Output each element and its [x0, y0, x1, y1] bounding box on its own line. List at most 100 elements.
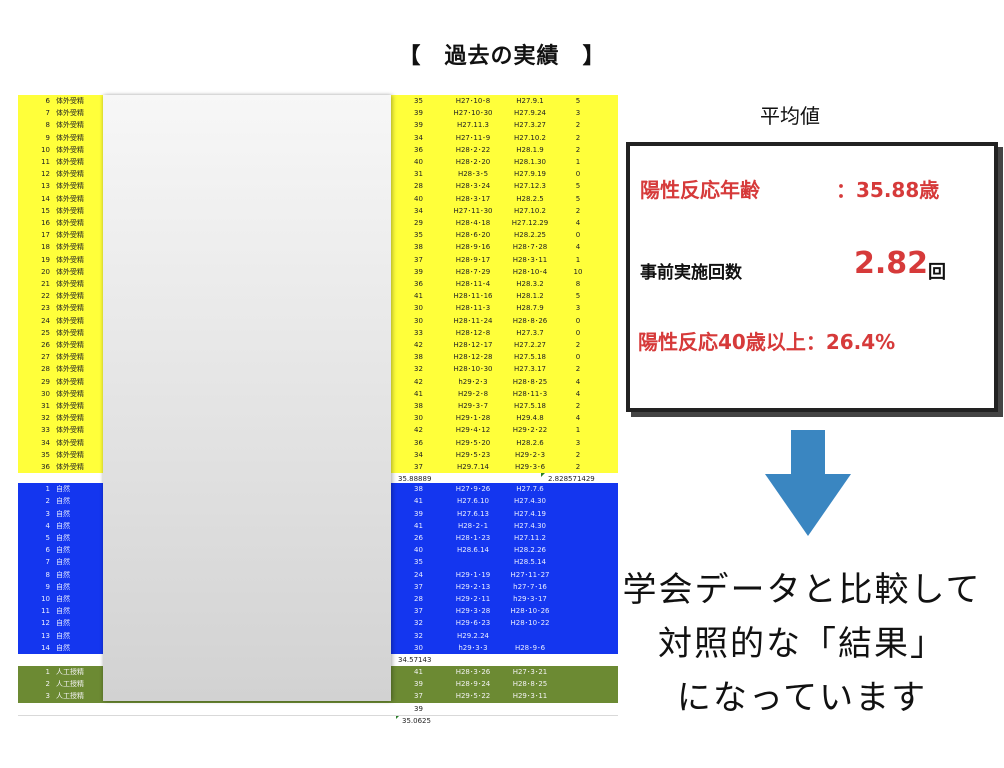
age-cell: 38: [414, 402, 423, 410]
count-cell: [563, 581, 593, 593]
count-cell: 2: [575, 133, 581, 142]
count-cell: 2: [575, 145, 581, 154]
date-start-cell: H28.2.25: [514, 231, 546, 240]
age-cell: 40: [414, 158, 423, 166]
date-start-cell: H27.3.27: [514, 121, 546, 130]
age-cell: 36: [414, 145, 423, 154]
count-cell: 1: [575, 426, 581, 435]
row-number: 11: [41, 607, 50, 616]
average-box: 陽性反応年齢 ：35.88歳 事前実施回数 2.82 回 陽性反応40歳以上：2…: [626, 142, 998, 412]
row-number: 3: [45, 509, 50, 518]
row-number: 4: [45, 521, 50, 530]
count-cell: 2: [575, 121, 581, 130]
row-number: 13: [41, 182, 50, 191]
count-cell: 0: [575, 328, 581, 337]
date-positive-cell: H28･7･29: [455, 267, 491, 276]
age-cell: 40: [414, 194, 423, 203]
date-start-cell: H28.2.5: [516, 194, 544, 203]
row-number: 22: [41, 292, 50, 301]
row-number: 6: [45, 546, 50, 555]
count-cell: 2: [575, 402, 581, 410]
row-number: 5: [45, 534, 50, 542]
count-cell: 8: [575, 280, 581, 288]
date-start-cell: H27.3.17: [514, 365, 546, 374]
age-cell: 42: [414, 377, 423, 386]
count-cell: [563, 617, 593, 629]
count-cell: 5: [575, 292, 581, 301]
date-positive-cell: H28･2･1: [457, 521, 489, 530]
count-cell: 2: [575, 206, 581, 215]
count-cell: [563, 483, 593, 495]
date-start-cell: H27.10.2: [514, 133, 546, 142]
row-number: 9: [45, 582, 50, 591]
date-start-cell: H28.3.2: [516, 280, 544, 288]
row-number: 2: [45, 680, 50, 689]
date-start-cell: H27･11･27: [510, 570, 550, 579]
date-start-cell: H28･9･6: [514, 643, 546, 652]
date-start-cell: H28.7.9: [516, 304, 544, 313]
count-cell: 2: [575, 365, 581, 374]
age-cell: 38: [414, 353, 423, 362]
date-start-cell: H27.9.19: [514, 170, 546, 179]
count-cell: 4: [575, 377, 581, 386]
count-cell: 0: [575, 316, 581, 325]
date-positive-cell: H28･2･22: [455, 145, 491, 154]
row-number: 12: [41, 619, 50, 628]
date-start-cell: H28.1.30: [514, 158, 546, 166]
date-start-cell: H29.4.8: [516, 414, 544, 423]
date-start-cell: H29･2･22: [512, 426, 548, 435]
date-positive-cell: H29･5･23: [455, 450, 491, 459]
row-number: 11: [41, 158, 50, 166]
age-cell: 34: [414, 450, 423, 459]
date-positive-cell: H29･5･22: [455, 692, 491, 701]
count-cell: 2: [575, 341, 581, 349]
date-positive-cell: H27･10･30: [453, 109, 493, 118]
date-positive-cell: H27.6.10: [457, 497, 489, 506]
age-cell: 35: [414, 97, 423, 105]
date-start-cell: H27.9.24: [514, 109, 546, 118]
row-number: 31: [41, 402, 50, 410]
message-line-2: 対照的な「結果」: [658, 624, 946, 664]
row-number: 13: [41, 631, 50, 640]
age-cell: 37: [414, 255, 423, 264]
date-positive-cell: h29･3･3: [458, 643, 488, 652]
date-positive-cell: H28･9･17: [455, 255, 491, 264]
date-start-cell: H28･7･28: [512, 243, 548, 252]
age-cell: 36: [414, 438, 423, 447]
date-positive-cell: H29･1･19: [455, 570, 491, 579]
date-start-cell: H27.5.18: [514, 353, 546, 362]
prior-count-label: 事前実施回数: [640, 263, 742, 283]
date-positive-cell: H28･11･16: [453, 292, 493, 301]
date-positive-cell: H28･11･3: [455, 304, 491, 313]
spreadsheet: 6 体外受精 35 H27･10･8 H27.9.1 5 7 体外受精 39 H27･10･30 H…: [18, 95, 618, 735]
age-cell: 33: [414, 328, 423, 337]
date-positive-cell: H28･10･30: [453, 365, 493, 374]
count-cell: 3: [575, 304, 581, 313]
date-positive-cell: H28･3･24: [455, 182, 491, 191]
age-cell: 41: [414, 521, 423, 530]
age-cell: 32: [414, 365, 423, 374]
row-number: 28: [41, 365, 50, 374]
date-start-cell: H28.1.9: [516, 145, 544, 154]
date-positive-cell: H29･5･20: [455, 438, 491, 447]
date-positive-cell: H29･2･8: [457, 389, 489, 398]
row-number: 8: [45, 121, 50, 130]
row-number: 24: [41, 316, 50, 325]
row-number: 10: [41, 595, 50, 603]
row-number: 33: [41, 426, 50, 435]
age-cell: 39: [414, 704, 423, 713]
average-heading: 平均値: [760, 104, 820, 128]
date-start-cell: H28.2.26: [514, 546, 546, 555]
date-start-cell: H27.12.3: [514, 182, 546, 191]
count-cell: [563, 495, 593, 507]
date-positive-cell: H29･4･12: [455, 426, 491, 435]
date-positive-cell: h29･2･3: [458, 377, 488, 386]
age-cell: 30: [414, 304, 423, 313]
row-number: 21: [41, 280, 50, 288]
count-cell: [563, 556, 593, 568]
date-start-cell: H27.3.7: [516, 328, 544, 337]
date-positive-cell: H27.6.13: [457, 509, 489, 518]
age-cell: 38: [414, 243, 423, 252]
date-positive-cell: H29･2･13: [455, 582, 491, 591]
date-positive-cell: H29･2･11: [455, 595, 491, 603]
